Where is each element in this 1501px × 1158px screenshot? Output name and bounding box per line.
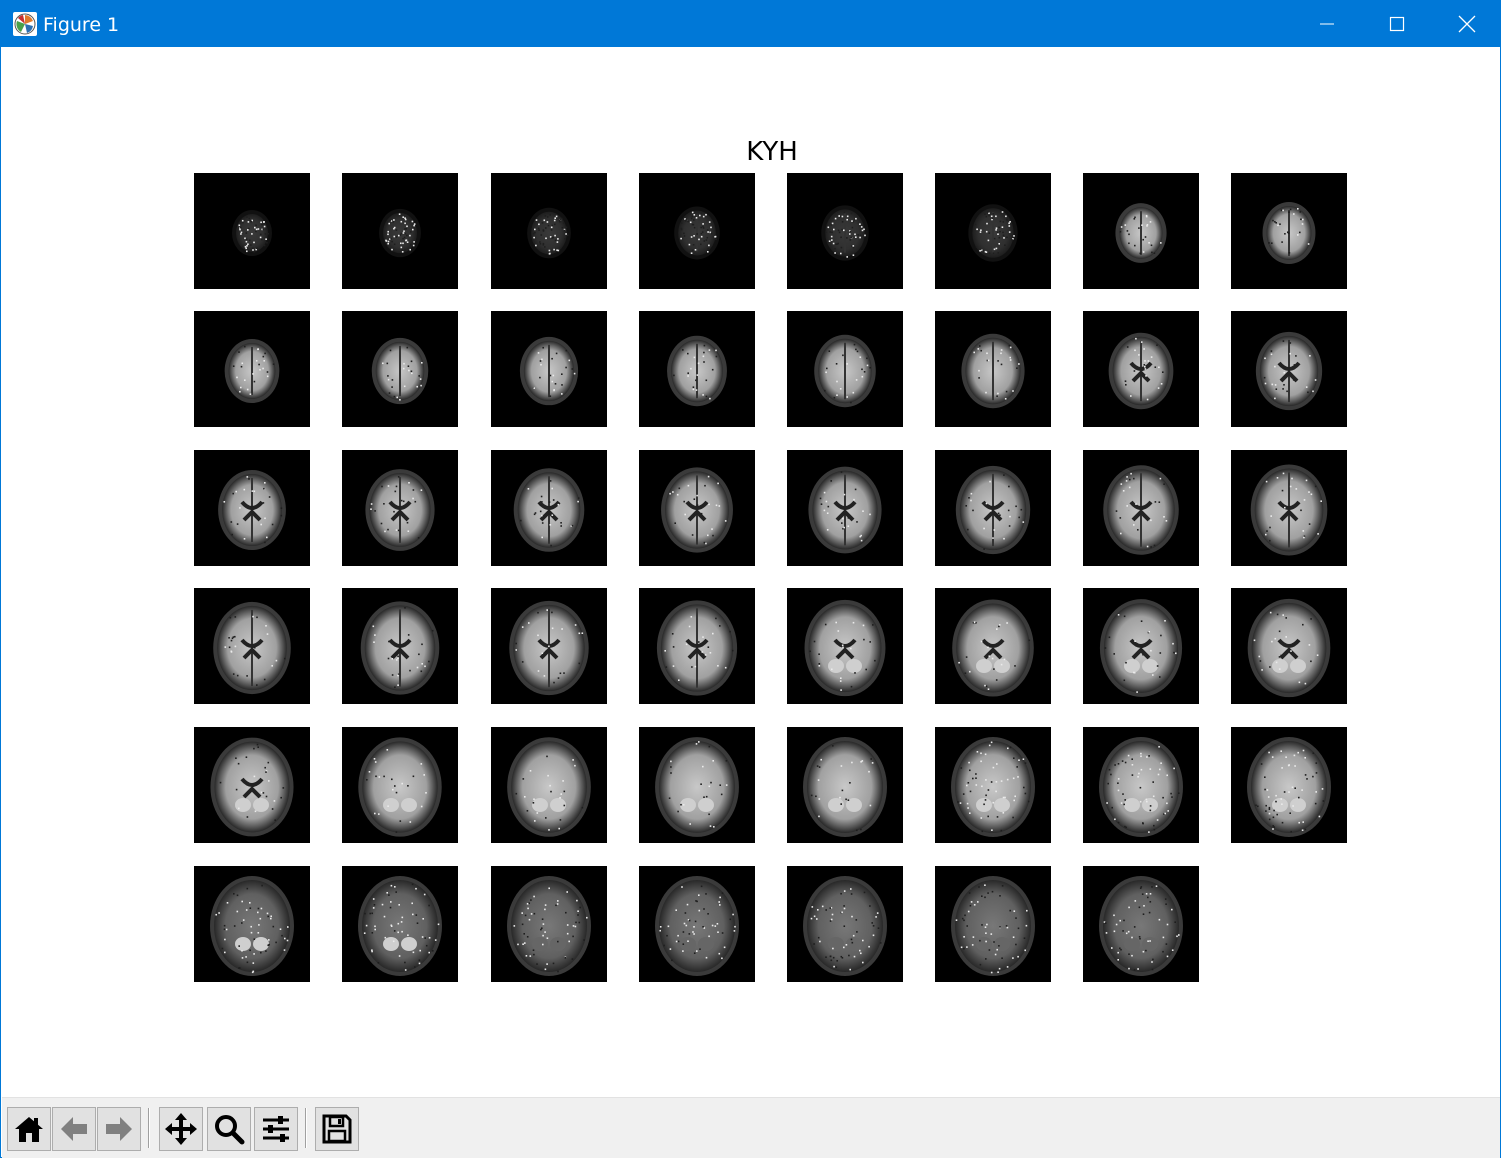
brain-slice-panel <box>1231 311 1347 427</box>
brain-slice-panel <box>342 311 458 427</box>
configure-subplots-button[interactable] <box>254 1107 298 1151</box>
brain-slice-panel <box>342 727 458 843</box>
brain-slice-panel <box>935 173 1051 289</box>
brain-slice-panel <box>935 450 1051 566</box>
back-arrow-icon <box>61 1117 87 1141</box>
forward-arrow-icon <box>106 1117 132 1141</box>
close-button[interactable] <box>1432 1 1501 47</box>
brain-slice-panel <box>491 311 607 427</box>
navigation-toolbar <box>2 1097 1500 1158</box>
brain-slice-panel <box>491 173 607 289</box>
brain-slice-panel <box>1083 727 1199 843</box>
brain-slice-panel <box>787 866 903 982</box>
brain-slice-panel <box>935 727 1051 843</box>
brain-slice-panel <box>787 311 903 427</box>
window-title: Figure 1 <box>43 14 120 36</box>
brain-slice-panel <box>787 727 903 843</box>
brain-slice-panel <box>1231 727 1347 843</box>
brain-slice-panel <box>194 311 310 427</box>
home-icon <box>15 1117 43 1142</box>
matplotlib-figure-icon <box>13 12 37 36</box>
brain-slice-panel <box>194 450 310 566</box>
save-icon <box>322 1114 352 1144</box>
brain-slice-panel <box>1083 450 1199 566</box>
pan-button[interactable] <box>159 1107 203 1151</box>
brain-slice-panel <box>639 727 755 843</box>
maximize-button[interactable] <box>1362 1 1432 47</box>
minimize-button[interactable] <box>1292 1 1362 47</box>
toolbar-separator <box>305 1108 307 1148</box>
brain-slice-panel <box>491 866 607 982</box>
brain-slice-panel <box>1083 588 1199 704</box>
zoom-button[interactable] <box>207 1107 251 1151</box>
brain-slice-panel <box>639 311 755 427</box>
brain-slice-panel <box>639 450 755 566</box>
brain-slice-panel <box>342 866 458 982</box>
brain-slice-panel <box>342 450 458 566</box>
title-bar[interactable]: Figure 1 <box>1 1 1500 47</box>
brain-slice-panel <box>935 866 1051 982</box>
save-button[interactable] <box>315 1107 359 1151</box>
brain-slice-panel <box>194 173 310 289</box>
sliders-icon <box>263 1116 289 1142</box>
toolbar-separator <box>148 1108 150 1148</box>
brain-slice-panel <box>491 450 607 566</box>
brain-slice-panel <box>491 588 607 704</box>
brain-slice-panel <box>787 588 903 704</box>
maximize-icon <box>1389 16 1405 32</box>
brain-slice-panel <box>639 866 755 982</box>
forward-button[interactable] <box>97 1107 141 1151</box>
brain-slice-panel <box>1083 311 1199 427</box>
brain-slice-panel <box>342 173 458 289</box>
brain-slice-panel <box>787 173 903 289</box>
brain-slice-panel <box>639 173 755 289</box>
back-button[interactable] <box>52 1107 96 1151</box>
brain-slice-panel <box>1231 588 1347 704</box>
brain-slice-panel <box>1231 173 1347 289</box>
brain-slice-panel <box>787 450 903 566</box>
brain-slice-panel <box>935 311 1051 427</box>
brain-slice-panel <box>194 866 310 982</box>
figure-title: KYH <box>746 137 798 167</box>
move-icon <box>165 1113 197 1145</box>
figure-canvas[interactable]: KYH <box>2 47 1500 1097</box>
brain-slice-panel <box>1083 173 1199 289</box>
brain-slice-panel <box>1231 450 1347 566</box>
brain-slice-panel <box>639 588 755 704</box>
brain-slice-panel <box>935 588 1051 704</box>
brain-slice-panel <box>1083 866 1199 982</box>
minimize-icon <box>1320 23 1334 25</box>
figure-window: Figure 1 KYH <box>0 0 1501 1158</box>
zoom-icon <box>215 1115 245 1145</box>
brain-slice-panel <box>342 588 458 704</box>
brain-slice-panel <box>194 727 310 843</box>
home-button[interactable] <box>7 1107 51 1151</box>
close-icon <box>1458 15 1476 33</box>
brain-slice-panel <box>194 588 310 704</box>
brain-slice-panel <box>491 727 607 843</box>
